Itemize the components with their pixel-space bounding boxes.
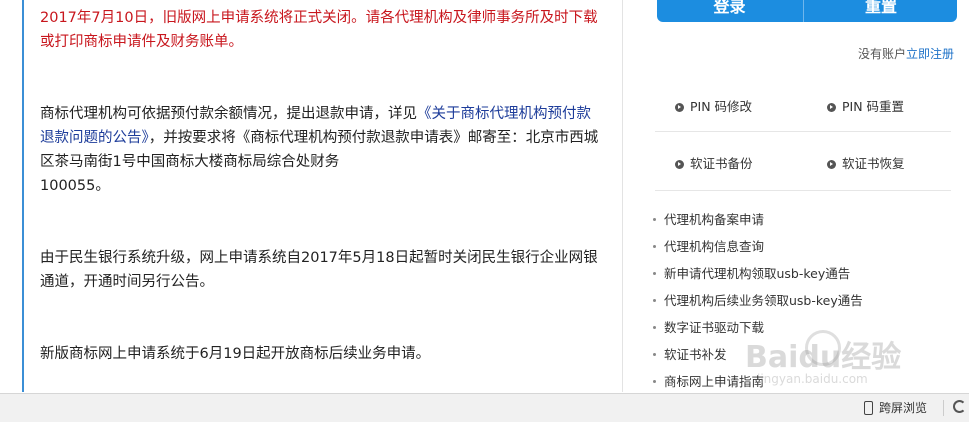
bullet-icon xyxy=(653,245,656,248)
link-label: 数字证书驱动下载 xyxy=(664,320,765,335)
link-label: 代理机构备案申请 xyxy=(664,212,765,227)
closure-notice: 2017年7月10日，旧版网上申请系统将正式关闭。请各代理机构及律师事务所及时下… xyxy=(40,10,598,50)
cert-backup-link[interactable]: 软证书备份 xyxy=(675,153,753,172)
new-system-notice: 新版商标网上申请系统于6月19日起开放商标后续业务申请。 xyxy=(40,346,431,362)
list-item[interactable]: 商标网上申请指南 xyxy=(653,371,764,390)
refund-notice-text: 商标代理机构可依据预付款余额情况，提出退款申请，详见 xyxy=(40,106,417,122)
content-left-border xyxy=(22,0,24,392)
pin-modify-label: PIN 码修改 xyxy=(690,99,753,114)
phone-icon xyxy=(864,401,873,415)
browser-page: 2017年7月10日，旧版网上申请系统将正式关闭。请各代理机构及律师事务所及时下… xyxy=(0,0,969,422)
list-item[interactable]: 软证书补发 xyxy=(653,344,727,363)
link-label: 软证书补发 xyxy=(664,347,727,362)
bullet-icon xyxy=(653,218,656,221)
list-item[interactable]: 数字证书驱动下载 xyxy=(653,317,764,336)
browser-status-bar: 跨屏浏览 xyxy=(0,393,969,422)
auth-buttons: 登录 重置 xyxy=(657,0,957,22)
sidebar: 登录 重置 没有账户立即注册 PIN 码修改 PIN 码重置 软证书备份 软证书… xyxy=(623,0,969,392)
list-item[interactable]: 代理机构备案申请 xyxy=(653,209,764,228)
sidebar-divider xyxy=(655,190,951,191)
cert-backup-label: 软证书备份 xyxy=(690,156,753,171)
pin-reset-link[interactable]: PIN 码重置 xyxy=(827,96,904,115)
arrow-circle-icon xyxy=(827,160,836,169)
bank-notice: 由于民生银行系统升级，网上申请系统自2017年5月18日起暂时关闭民生银行企业网… xyxy=(40,250,598,290)
refund-zip-code: 100055。 xyxy=(40,178,110,194)
list-item[interactable]: 新申请代理机构领取usb-key通告 xyxy=(653,263,850,282)
list-item[interactable]: 代理机构信息查询 xyxy=(653,236,764,255)
cert-restore-link[interactable]: 软证书恢复 xyxy=(827,153,905,172)
no-account-text: 没有账户 xyxy=(857,47,906,61)
register-link[interactable]: 立即注册 xyxy=(906,47,954,61)
refresh-icon[interactable] xyxy=(953,400,966,413)
arrow-circle-icon xyxy=(675,160,684,169)
bullet-icon xyxy=(653,326,656,329)
login-button[interactable]: 登录 xyxy=(657,0,802,22)
link-label: 代理机构后续业务领取usb-key通告 xyxy=(664,293,863,308)
list-item[interactable]: 代理机构后续业务领取usb-key通告 xyxy=(653,290,863,309)
reset-button[interactable]: 重置 xyxy=(803,0,958,22)
sidebar-divider xyxy=(655,131,951,132)
bullet-icon xyxy=(653,272,656,275)
link-label: 代理机构信息查询 xyxy=(664,239,765,254)
status-separator xyxy=(943,400,944,416)
cert-restore-label: 软证书恢复 xyxy=(842,156,905,171)
register-prompt: 没有账户立即注册 xyxy=(858,45,954,62)
link-label: 商标网上申请指南 xyxy=(664,374,765,389)
link-label: 新申请代理机构领取usb-key通告 xyxy=(664,266,851,281)
refund-notice: 商标代理机构可依据预付款余额情况，提出退款申请，详见《关于商标代理机构预付款退款… xyxy=(40,102,605,198)
cross-screen-label: 跨屏浏览 xyxy=(879,401,928,415)
arrow-circle-icon xyxy=(675,103,684,112)
pin-reset-label: PIN 码重置 xyxy=(842,99,905,114)
arrow-circle-icon xyxy=(827,103,836,112)
bullet-icon xyxy=(653,299,656,302)
pin-modify-link[interactable]: PIN 码修改 xyxy=(675,96,752,115)
bullet-icon xyxy=(653,353,656,356)
bullet-icon xyxy=(653,380,656,383)
cross-screen-button[interactable]: 跨屏浏览 xyxy=(864,399,927,417)
